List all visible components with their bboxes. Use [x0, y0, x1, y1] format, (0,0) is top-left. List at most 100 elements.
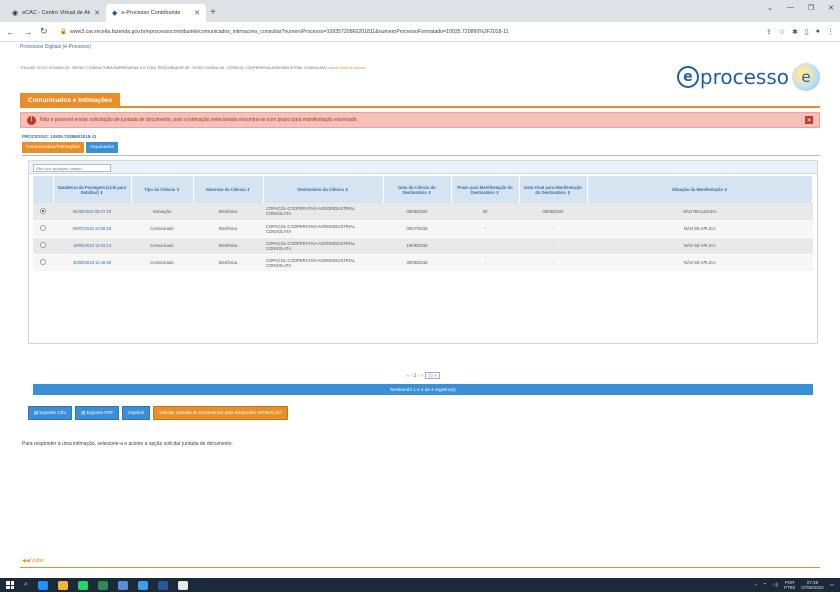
posted-link[interactable]: 05/05/2022 08:27:18: [53, 203, 131, 221]
close-tab-icon[interactable]: ✕: [94, 9, 100, 17]
restore-icon[interactable]: ❐: [808, 4, 814, 12]
error-icon: !: [27, 115, 36, 125]
chevron-down-icon[interactable]: ⌄: [767, 4, 773, 12]
column-header-data-ciencia[interactable]: Data da Ciência do Destinatário ⇕: [383, 176, 452, 203]
radio-button[interactable]: [40, 225, 46, 231]
file-explorer-icon[interactable]: [57, 580, 68, 590]
per-page-select[interactable]: 10 ▾: [425, 372, 440, 379]
titular-text: TITULAR: 02.017.972/0001-53 - RESULT CON…: [20, 66, 328, 70]
posted-link[interactable]: 18/06/2018 11:04:14: [53, 237, 131, 255]
address-bar[interactable]: 🔒 www3.cav.receita.fazenda.gov.br/eproce…: [56, 28, 758, 36]
cell-data-ciencia: 19/06/2018: [383, 237, 451, 255]
search-icon[interactable]: ⌕: [24, 581, 28, 589]
forward-icon[interactable]: →: [23, 27, 32, 37]
table-row[interactable]: 09/07/2018 10:56:53 Comunicado Eletrônic…: [33, 220, 813, 238]
print-button[interactable]: Imprimir: [122, 406, 151, 420]
tray-chevron-icon[interactable]: ^: [755, 583, 757, 588]
reload-icon[interactable]: ↻: [40, 26, 48, 37]
excel-icon[interactable]: [97, 580, 108, 590]
table-row[interactable]: 18/06/2018 11:04:14 Comunicado Eletrônic…: [33, 237, 813, 255]
cell-natureza: Eletrônica: [193, 220, 263, 238]
export-pdf-label: Exportar PDF: [86, 410, 114, 415]
new-tab-icon[interactable]: +: [210, 7, 216, 22]
column-header-destinatario[interactable]: Destinatário da Ciência ⇕: [263, 176, 384, 203]
next-page-button[interactable]: ›: [418, 373, 420, 379]
last-page-button[interactable]: »: [421, 373, 424, 379]
tab-arquivados[interactable]: Arquivados: [85, 142, 118, 153]
row-select[interactable]: [33, 237, 53, 255]
close-tab-icon[interactable]: ✕: [194, 9, 200, 17]
whatsapp-icon[interactable]: [77, 580, 88, 590]
radio-button[interactable]: [40, 242, 46, 248]
action-buttons: ▤ Exportar CSV ▤ Exportar PDF Imprimir S…: [28, 406, 288, 420]
back-icon[interactable]: ←: [6, 27, 15, 37]
sidebar-icon[interactable]: ▯: [805, 28, 809, 36]
column-header-data-final[interactable]: Data Final para Manifestação do Destinat…: [519, 176, 588, 203]
close-window-icon[interactable]: ✕: [828, 4, 834, 12]
cell-tipo: Intimação: [131, 203, 193, 221]
cell-prazo: 30: [451, 203, 519, 221]
table-row[interactable]: 30/05/2018 11:46:59 Comunicado Eletrônic…: [33, 254, 813, 272]
divider: [22, 155, 820, 156]
network-icon[interactable]: ⌔: [763, 582, 767, 588]
extensions-icon[interactable]: ✱: [792, 28, 798, 36]
posted-link[interactable]: 09/07/2018 10:56:53: [53, 220, 131, 238]
cell-natureza: Eletrônica: [193, 237, 263, 255]
radio-button[interactable]: [40, 207, 46, 214]
logo-e: e: [676, 66, 699, 88]
intimacoes-table: Data/Hora da Postagem (Link para Detalha…: [33, 176, 813, 272]
filter-input[interactable]: [33, 164, 111, 172]
column-header-natureza[interactable]: Natureza da Ciência ⇕: [193, 176, 264, 203]
voltar-link[interactable]: ◀◀ Voltar: [22, 558, 44, 564]
cell-destinatario: COPACOL-COOPERATIVA AGROINDUSTRIAL CONSO…: [263, 220, 383, 238]
clock[interactable]: 07:48 07/06/2022: [801, 580, 824, 590]
word-icon[interactable]: [157, 580, 168, 590]
tab-comunicados-intimacoes[interactable]: Comunicados/Intimações: [22, 142, 84, 153]
volume-icon[interactable]: ◁): [773, 582, 778, 588]
column-header-postagem[interactable]: Data/Hora da Postagem (Link para Detalha…: [53, 176, 132, 203]
cell-tipo: Comunicado: [131, 220, 193, 238]
first-page-button[interactable]: «: [406, 373, 409, 379]
column-header-tipo[interactable]: Tipo da Ciência ⇕: [131, 176, 194, 203]
windows-taskbar: ⌕ ^ ⌔ ◁) POR PTB2 07:48 07/06/2022 ▭: [0, 578, 840, 592]
chrome-icon[interactable]: [177, 580, 188, 590]
star-icon[interactable]: ☆: [779, 28, 785, 36]
menu-icon[interactable]: ⋮: [827, 28, 834, 36]
share-icon[interactable]: ⇪: [766, 28, 772, 36]
minimize-icon[interactable]: —: [787, 4, 794, 12]
cell-situacao: NÃO SE APLICA: [587, 254, 813, 272]
solicitar-juntada-button[interactable]: Solicitar Juntada de Documentos para Res…: [153, 406, 288, 420]
column-header-prazo[interactable]: Prazo para Manifestação do Destinatário …: [451, 176, 520, 203]
app-icon[interactable]: [117, 580, 128, 590]
browser-tab-eprocesso[interactable]: ◆ e-Processo Contribuinte ✕: [106, 4, 206, 22]
cell-destinatario: COPACOL-COOPERATIVA AGROINDUSTRIAL CONSO…: [263, 237, 383, 255]
browser-tab-ecac[interactable]: ◉ eCAC - Centro Virtual de Atendi ✕: [6, 4, 106, 22]
row-select[interactable]: [33, 203, 53, 221]
lang-secondary: PTB2: [783, 585, 796, 590]
export-csv-button[interactable]: ▤ Exportar CSV: [28, 406, 73, 420]
notifications-icon[interactable]: ▭: [830, 582, 834, 588]
row-select[interactable]: [33, 220, 53, 238]
windows-start-icon[interactable]: [6, 581, 14, 589]
filter-row: [29, 161, 817, 174]
posted-link[interactable]: 30/05/2018 11:46:59: [53, 254, 131, 272]
edge-icon[interactable]: [37, 580, 48, 590]
export-pdf-button[interactable]: ▤ Exportar PDF: [75, 406, 120, 420]
table-row[interactable]: 05/05/2022 08:27:18 Intimação Eletrônica…: [33, 203, 813, 221]
close-alert-icon[interactable]: ✕: [805, 116, 813, 124]
column-header-situacao[interactable]: Situação da Manifestação ⇕: [587, 176, 813, 203]
row-select[interactable]: [33, 254, 53, 272]
alterar-perfil-link[interactable]: Alterar Perfil de Acesso: [328, 66, 365, 70]
bookmark-item[interactable]: Processos Digitais (e-Processo): [20, 44, 91, 50]
skype-icon[interactable]: [137, 580, 148, 590]
window-controls: ⌄ — ❐ ✕: [767, 4, 834, 12]
browser-toolbar-icons: ⇪ ☆ ✱ ▯ ● ⋮: [766, 28, 834, 36]
cell-natureza: Eletrônica: [193, 254, 263, 272]
language-indicator[interactable]: POR PTB2: [784, 580, 795, 590]
prev-page-button[interactable]: ‹: [411, 373, 413, 379]
radio-button[interactable]: [40, 259, 46, 265]
cell-natureza: Eletrônica: [193, 203, 263, 221]
globe-icon: ◉: [12, 10, 19, 17]
profile-icon[interactable]: ●: [816, 28, 820, 36]
current-page[interactable]: 1: [414, 373, 417, 379]
